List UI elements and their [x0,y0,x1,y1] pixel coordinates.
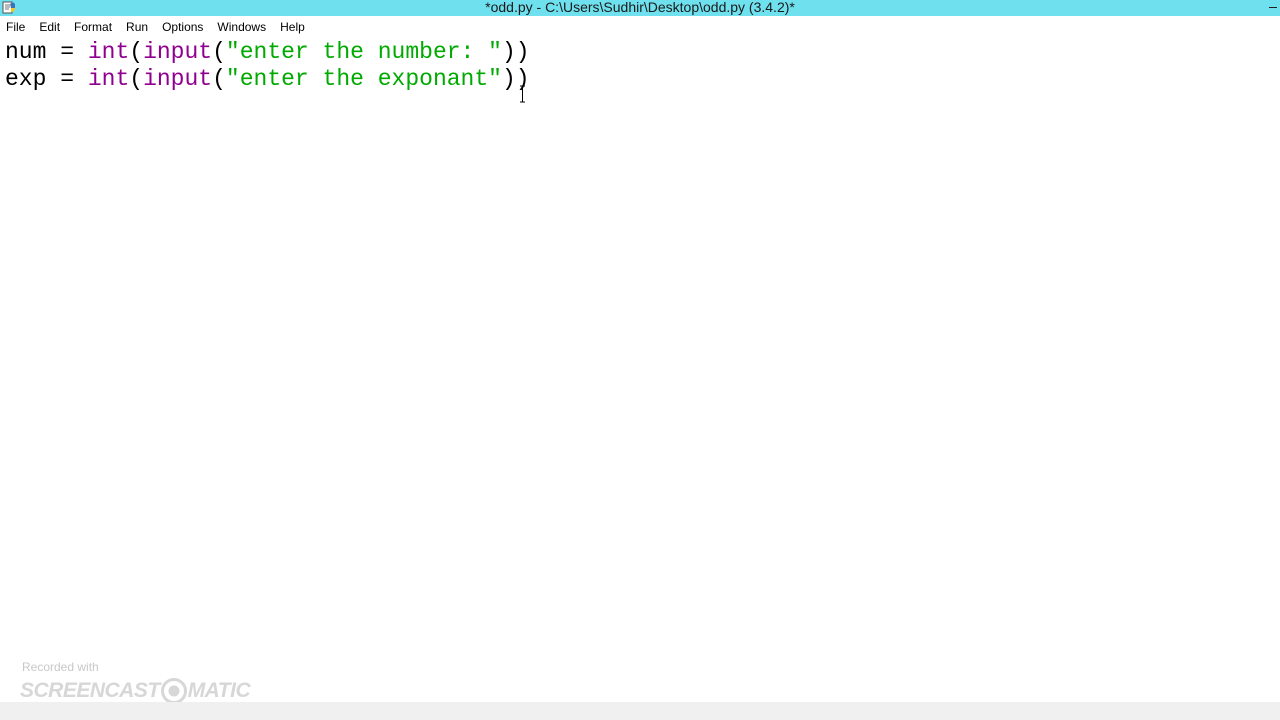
menu-bar: File Edit Format Run Options Windows Hel… [0,16,1280,38]
ibeam-cursor-icon [520,85,525,103]
paren-token: ( [129,66,144,92]
status-bar [0,702,1280,720]
watermark-brand-left: SCREENCAST [20,679,160,702]
string-token: "enter the exponant" [225,66,502,92]
paren-token: )) [501,39,530,65]
paren-token: ( [212,66,226,92]
code-line[interactable]: num = int(input("enter the number: ")) [5,39,530,66]
window-title: *odd.py - C:\Users\Sudhir\Desktop\odd.py… [485,0,795,15]
code-line[interactable]: exp = int(input("enter the exponant")) [5,66,530,93]
title-bar[interactable]: *odd.py - C:\Users\Sudhir\Desktop\odd.py… [0,0,1280,16]
paren-token: ( [212,39,226,65]
menu-help[interactable]: Help [273,16,312,38]
minimize-button[interactable] [1266,0,1280,14]
menu-windows[interactable]: Windows [210,16,273,38]
idle-editor-window: *odd.py - C:\Users\Sudhir\Desktop\odd.py… [0,0,1280,720]
operator-token: = [46,39,88,65]
builtin-token: input [143,66,213,92]
menu-format[interactable]: Format [67,16,119,38]
menu-options[interactable]: Options [155,16,210,38]
builtin-token: int [87,39,130,65]
builtin-token: input [143,39,213,65]
menu-file[interactable]: File [0,16,32,38]
menu-edit[interactable]: Edit [32,16,67,38]
variable-token: num [5,39,47,65]
watermark-recorded-text: Recorded with [22,660,99,674]
menu-run[interactable]: Run [119,16,155,38]
operator-token: = [46,66,88,92]
watermark-brand-right: MATIC [187,679,251,702]
builtin-token: int [87,66,130,92]
variable-token: exp [5,66,47,92]
string-token: "enter the number: " [225,39,502,65]
watermark-logo: SCREENCAST MATIC [20,678,251,704]
paren-token: ( [129,39,144,65]
code-editor[interactable]: num = int(input("enter the number: ")) e… [0,38,1280,702]
record-circle-icon [160,678,187,704]
